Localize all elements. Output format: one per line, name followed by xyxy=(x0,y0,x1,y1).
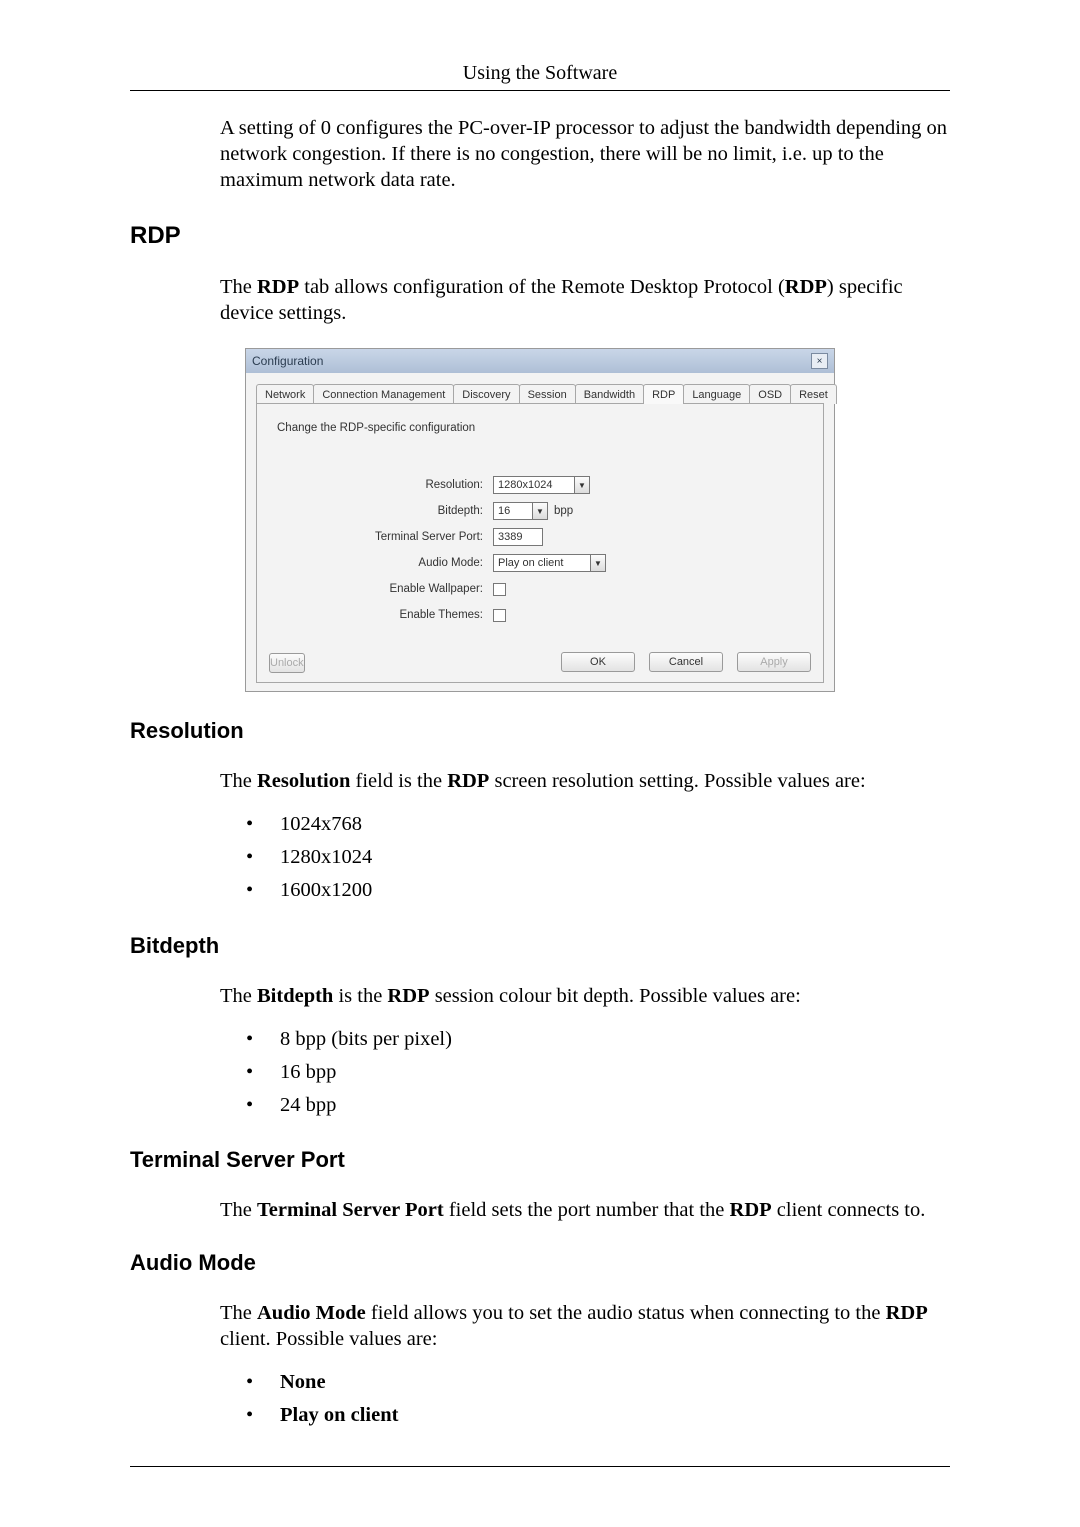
enable-wallpaper-checkbox[interactable] xyxy=(493,583,506,596)
text: screen resolution setting. Possible valu… xyxy=(489,770,865,792)
dialog-figure: Configuration × NetworkConnection Manage… xyxy=(245,348,835,692)
text: client. Possible values are: xyxy=(220,1328,437,1350)
label-terminal-server-port: Terminal Server Port: xyxy=(273,531,493,543)
bold-rdp: RDP xyxy=(257,276,299,298)
list-item: 1600x1200 xyxy=(246,874,950,907)
heading-audio-mode: Audio Mode xyxy=(130,1250,950,1276)
tab-reset[interactable]: Reset xyxy=(790,384,837,404)
ok-button[interactable]: OK xyxy=(561,652,635,672)
audio-mode-list: None Play on client xyxy=(130,1366,950,1432)
text: tab allows configuration of the Remote D… xyxy=(299,276,785,298)
text: session colour bit depth. Possible value… xyxy=(430,985,801,1007)
label-enable-themes: Enable Themes: xyxy=(273,609,493,621)
bold-tsp: Terminal Server Port xyxy=(257,1199,444,1221)
tsp-intro: The Terminal Server Port field sets the … xyxy=(220,1197,950,1223)
dialog-title: Configuration xyxy=(252,354,323,368)
heading-rdp: RDP xyxy=(130,222,950,250)
tab-osd[interactable]: OSD xyxy=(749,384,791,404)
bold-resolution: Resolution xyxy=(257,770,350,792)
list-item: 24 bpp xyxy=(246,1089,950,1122)
terminal-server-port-input[interactable]: 3389 xyxy=(493,528,543,546)
tab-session[interactable]: Session xyxy=(519,384,576,404)
resolution-select[interactable]: 1280x1024 xyxy=(493,476,575,494)
unlock-button[interactable]: Unlock xyxy=(269,653,305,673)
bitdepth-list: 8 bpp (bits per pixel) 16 bpp 24 bpp xyxy=(130,1023,950,1121)
heading-resolution: Resolution xyxy=(130,718,950,744)
chevron-down-icon[interactable]: ▼ xyxy=(591,554,606,572)
resolution-intro: The Resolution field is the RDP screen r… xyxy=(220,768,950,794)
bitdepth-select[interactable]: 16 xyxy=(493,502,533,520)
chevron-down-icon[interactable]: ▼ xyxy=(575,476,590,494)
list-item: 16 bpp xyxy=(246,1056,950,1089)
text: client connects to. xyxy=(772,1199,926,1221)
tab-network[interactable]: Network xyxy=(256,384,314,404)
bold-rdp: RDP xyxy=(447,770,489,792)
bitdepth-suffix: bpp xyxy=(554,505,573,517)
text: The xyxy=(220,985,257,1007)
text: field is the xyxy=(350,770,447,792)
list-item: 1024x768 xyxy=(246,808,950,841)
list-item: None xyxy=(246,1366,950,1399)
heading-terminal-server-port: Terminal Server Port xyxy=(130,1147,950,1173)
bold-rdp: RDP xyxy=(886,1302,928,1324)
tab-bandwidth[interactable]: Bandwidth xyxy=(575,384,644,404)
bold-audio-mode: Audio Mode xyxy=(257,1302,366,1324)
audio-mode-select[interactable]: Play on client xyxy=(493,554,591,572)
intro-bandwidth-paragraph: A setting of 0 configures the PC-over-IP… xyxy=(220,115,950,194)
configuration-dialog: Configuration × NetworkConnection Manage… xyxy=(245,348,835,692)
panel-instruction: Change the RDP-specific configuration xyxy=(277,422,807,434)
label-enable-wallpaper: Enable Wallpaper: xyxy=(273,583,493,595)
label-bitdepth: Bitdepth: xyxy=(273,505,493,517)
close-icon[interactable]: × xyxy=(811,353,828,369)
dialog-tabs: NetworkConnection ManagementDiscoverySes… xyxy=(256,383,824,403)
text: field sets the port number that the xyxy=(444,1199,730,1221)
enable-themes-checkbox[interactable] xyxy=(493,609,506,622)
dialog-titlebar: Configuration × xyxy=(246,349,834,373)
bold-rdp: RDP xyxy=(785,276,827,298)
audio-intro: The Audio Mode field allows you to set t… xyxy=(220,1300,950,1352)
tab-connection-management[interactable]: Connection Management xyxy=(313,384,454,404)
list-item-bold: Play on client xyxy=(280,1404,398,1426)
cancel-button[interactable]: Cancel xyxy=(649,652,723,672)
text: is the xyxy=(333,985,387,1007)
list-item-bold: None xyxy=(280,1371,326,1393)
list-item: 8 bpp (bits per pixel) xyxy=(246,1023,950,1056)
heading-bitdepth: Bitdepth xyxy=(130,933,950,959)
bold-rdp: RDP xyxy=(730,1199,772,1221)
list-item: Play on client xyxy=(246,1399,950,1432)
text: The xyxy=(220,770,257,792)
bold-bitdepth: Bitdepth xyxy=(257,985,333,1007)
label-audio-mode: Audio Mode: xyxy=(273,557,493,569)
text: The xyxy=(220,1199,257,1221)
tab-discovery[interactable]: Discovery xyxy=(453,384,519,404)
rdp-intro-paragraph: The RDP tab allows configuration of the … xyxy=(220,274,950,326)
chevron-down-icon[interactable]: ▼ xyxy=(533,502,548,520)
resolution-list: 1024x768 1280x1024 1600x1200 xyxy=(130,808,950,906)
label-resolution: Resolution: xyxy=(273,479,493,491)
tab-panel-rdp: Change the RDP-specific configuration Re… xyxy=(256,403,824,683)
list-item: 1280x1024 xyxy=(246,841,950,874)
tab-rdp[interactable]: RDP xyxy=(643,384,684,404)
apply-button[interactable]: Apply xyxy=(737,652,811,672)
text: field allows you to set the audio status… xyxy=(366,1302,886,1324)
bitdepth-intro: The Bitdepth is the RDP session colour b… xyxy=(220,983,950,1009)
tab-language[interactable]: Language xyxy=(683,384,750,404)
text: The xyxy=(220,276,257,298)
bold-rdp: RDP xyxy=(387,985,429,1007)
text: The xyxy=(220,1302,257,1324)
running-header: Using the Software xyxy=(130,62,950,85)
